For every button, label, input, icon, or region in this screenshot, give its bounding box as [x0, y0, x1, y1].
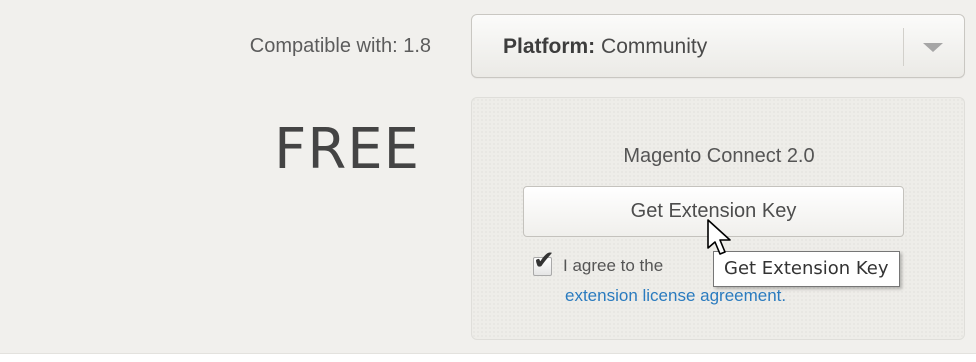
platform-select[interactable]: Platform: Community [471, 14, 965, 78]
platform-select-value: Community [601, 35, 708, 58]
agree-label: I agree to the [563, 256, 664, 275]
license-agreement-link[interactable]: extension license agreement. [565, 286, 786, 306]
platform-select-text: Platform: Community [503, 35, 707, 59]
tooltip: Get Extension Key [713, 251, 900, 287]
chevron-down-icon[interactable] [923, 43, 943, 52]
compatibility-text: Compatible with: 1.8 [249, 35, 431, 57]
mouse-pointer-icon [707, 219, 731, 255]
connect-version-title: Magento Connect 2.0 [623, 145, 815, 167]
select-divider [903, 28, 904, 66]
check-mark-icon: ✔ [533, 246, 555, 276]
price-label: FREE [274, 117, 420, 182]
product-purchase-panel: Compatible with: 1.8 FREE Platform: Comm… [0, 0, 976, 354]
agree-checkbox[interactable]: ✔ [533, 248, 555, 276]
platform-select-label: Platform: [503, 35, 596, 58]
